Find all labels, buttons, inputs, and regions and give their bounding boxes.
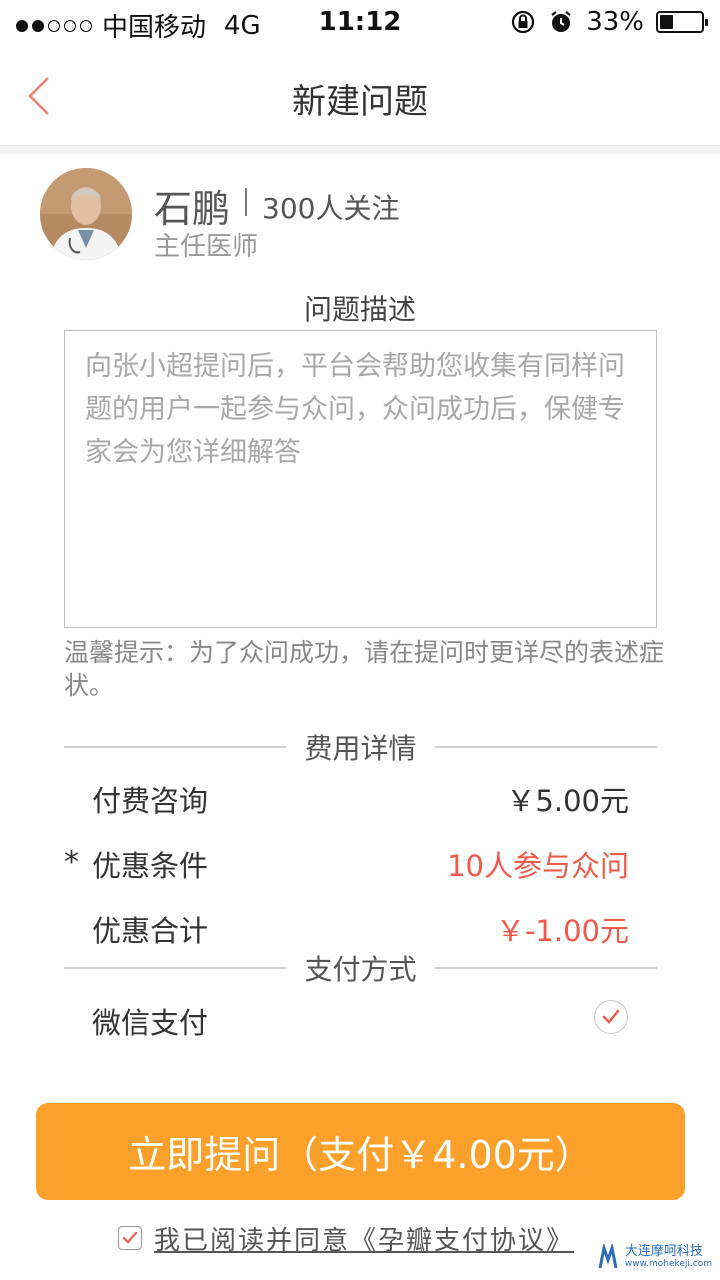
watermark-logo: 大连摩呵科技 www.mohekeji.com bbox=[597, 1244, 712, 1270]
avatar[interactable] bbox=[40, 168, 132, 260]
agreement: 我已阅读并同意《孕瓣支付协议》 bbox=[118, 1220, 574, 1256]
payment-method-label: 微信支付 bbox=[92, 1006, 209, 1040]
submit-button[interactable]: 立即提问（支付￥4.00元） bbox=[36, 1103, 685, 1200]
agreement-text: 我已阅读并同意《孕瓣支付协议》 bbox=[154, 1220, 574, 1257]
fee-value: 10人参与众问 bbox=[447, 849, 629, 883]
fee-value: ￥-1.00元 bbox=[495, 914, 629, 948]
fee-row-condition: * 优惠条件 10人参与众问 bbox=[64, 837, 629, 887]
payment-section-header: 支付方式 bbox=[64, 948, 657, 988]
company-logo-icon bbox=[598, 1244, 618, 1269]
battery-fill bbox=[660, 15, 673, 29]
agreement-prefix: 我已阅读并同意 bbox=[154, 1225, 351, 1256]
question-section-label: 问题描述 bbox=[303, 293, 416, 326]
rotation-lock-icon bbox=[512, 10, 535, 34]
doctor-followers: 300人关注 bbox=[262, 192, 400, 225]
battery-percent: 33% bbox=[586, 7, 644, 37]
doctor-title: 主任医师 bbox=[154, 232, 259, 262]
agreement-link[interactable]: 《孕瓣支付协议》 bbox=[350, 1226, 574, 1256]
page-title: 新建问题 bbox=[292, 82, 428, 122]
divider-band bbox=[0, 146, 720, 154]
checkmark-icon bbox=[602, 1009, 620, 1024]
doctor-card[interactable]: 石鹏 300人关注 主任医师 bbox=[40, 168, 680, 264]
fee-label: 付费咨询 bbox=[92, 784, 209, 818]
name-divider bbox=[245, 188, 247, 216]
watermark-site: www.mohekeji.com bbox=[624, 1259, 712, 1269]
nav-bar: 新建问题 bbox=[0, 46, 720, 146]
question-box bbox=[64, 330, 657, 628]
tip-text: 温馨提示：为了众问成功，请在提问时更详尽的表述症状。 bbox=[64, 638, 665, 700]
required-mark: * bbox=[64, 845, 79, 880]
divider bbox=[435, 746, 657, 748]
payment-option-wechat[interactable]: 微信支付 bbox=[64, 994, 629, 1044]
fee-section-header: 费用详情 bbox=[64, 727, 657, 767]
status-right: 33% bbox=[510, 7, 708, 37]
question-input[interactable] bbox=[65, 331, 656, 627]
alarm-icon bbox=[551, 11, 571, 32]
watermark-name: 大连摩呵科技 bbox=[624, 1244, 703, 1259]
agreement-checkbox[interactable] bbox=[118, 1226, 142, 1250]
fee-value: ￥5.00元 bbox=[506, 784, 629, 818]
status-bar: 中国移动 4G 11:12 33% bbox=[0, 0, 720, 46]
battery-icon bbox=[656, 11, 708, 33]
fee-label: 优惠条件 bbox=[92, 849, 209, 883]
fee-row-consult: 付费咨询 ￥5.00元 bbox=[64, 772, 629, 822]
checkmark-icon bbox=[122, 1231, 138, 1244]
doctor-portrait-icon bbox=[40, 168, 132, 260]
payment-radio[interactable] bbox=[594, 1000, 628, 1034]
divider bbox=[435, 967, 657, 969]
doctor-name: 石鹏 bbox=[154, 187, 231, 231]
fee-row-discount: 优惠合计 ￥-1.00元 bbox=[64, 902, 629, 952]
fee-label: 优惠合计 bbox=[92, 914, 209, 948]
